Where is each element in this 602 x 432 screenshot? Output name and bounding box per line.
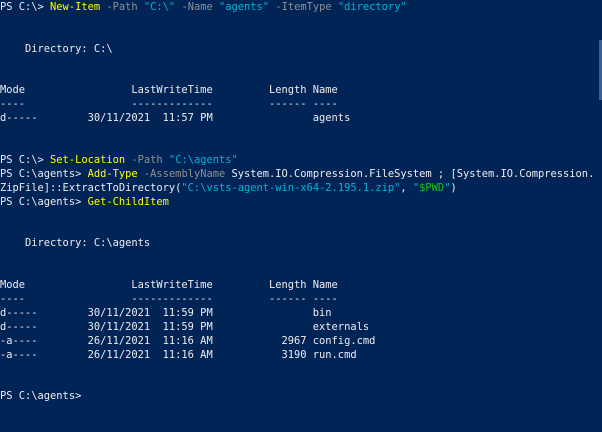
output-text: PS C:\> xyxy=(0,1,51,13)
output-text: d----- 30/11/2021 11:59 PM bin xyxy=(0,306,332,319)
terminal-line: Mode LastWriteTime Length Name xyxy=(0,278,338,292)
parameter-token: -Path xyxy=(106,1,138,13)
output-text: d----- 30/11/2021 11:57 PM agents xyxy=(0,112,351,125)
output-text: , xyxy=(400,181,413,194)
terminal-line: -a---- 26/11/2021 11:16 AM 2967 config.c… xyxy=(0,334,375,348)
command-token: Get-ChildItem xyxy=(87,195,169,208)
terminal-line: d----- 30/11/2021 11:57 PM agents xyxy=(0,111,350,125)
output-text: PS C:\agents> xyxy=(0,195,88,208)
terminal-line: d----- 30/11/2021 11:59 PM externals xyxy=(0,320,369,334)
output-text: ---- ------------- ------ ---- xyxy=(0,292,338,305)
parameter-token: -Path xyxy=(131,153,163,166)
variable-token: $PWD xyxy=(419,181,445,194)
parameter-token: -Name xyxy=(181,1,213,13)
output-text: PS C:\agents> xyxy=(0,390,88,403)
terminal-line: ---- ------------- ------ ---- xyxy=(0,292,338,306)
powershell-terminal[interactable]: PS C:\> New-Item -Path "C:\" -Name "agen… xyxy=(0,0,602,432)
output-text: PS C:\> xyxy=(0,153,51,166)
string-token: "C:\" xyxy=(143,1,176,13)
string-token: "C:\agents" xyxy=(168,153,238,166)
output-text: Mode LastWriteTime Length Name xyxy=(0,84,338,97)
terminal-line: ZipFile]::ExtractToDirectory("C:\vsts-ag… xyxy=(0,181,457,195)
string-token: "directory" xyxy=(337,1,407,13)
terminal-line: PS C:\> Set-Location -Path "C:\agents" xyxy=(0,153,238,167)
string-token: "C:\vsts-agent-win-x64-2.195.1.zip" xyxy=(181,181,401,194)
terminal-line: ---- ------------- ------ ---- xyxy=(0,97,338,111)
terminal-line: PS C:\agents> xyxy=(0,389,88,403)
output-text: ) xyxy=(450,181,457,194)
output-text: -a---- 26/11/2021 11:16 AM 3190 run.cmd xyxy=(0,348,357,361)
string-token: "agents" xyxy=(219,1,270,13)
output-text: Directory: C:\ xyxy=(0,42,113,55)
command-token: Set-Location xyxy=(50,153,126,166)
terminal-line: Mode LastWriteTime Length Name xyxy=(0,83,338,97)
parameter-token: -ItemType xyxy=(275,1,332,13)
command-token: Add-Type xyxy=(87,167,138,180)
terminal-line: Directory: C:\agents xyxy=(0,236,150,250)
output-text: PS C:\agents> xyxy=(0,167,88,180)
output-text: d----- 30/11/2021 11:59 PM externals xyxy=(0,320,370,333)
parameter-token: -AssemblyName xyxy=(143,167,226,180)
terminal-line: -a---- 26/11/2021 11:16 AM 3190 run.cmd xyxy=(0,348,357,362)
output-text: Directory: C:\agents xyxy=(0,237,151,250)
terminal-line: PS C:\agents> Add-Type -AssemblyName Sys… xyxy=(0,167,594,181)
output-text: -a---- 26/11/2021 11:16 AM 2967 config.c… xyxy=(0,334,376,347)
output-text: ZipFile]::ExtractToDirectory( xyxy=(0,181,182,194)
terminal-line: Directory: C:\ xyxy=(0,42,113,56)
terminal-line: d----- 30/11/2021 11:59 PM bin xyxy=(0,306,332,320)
terminal-line: PS C:\> New-Item -Path "C:\" -Name "agen… xyxy=(0,0,407,14)
output-text: ---- ------------- ------ ---- xyxy=(0,98,338,111)
output-text: System.IO.Compression.FileSystem ; [Syst… xyxy=(225,167,595,180)
output-text: Mode LastWriteTime Length Name xyxy=(0,279,338,291)
command-token: New-Item xyxy=(50,1,101,13)
terminal-line: PS C:\agents> Get-ChildItem xyxy=(0,195,169,209)
